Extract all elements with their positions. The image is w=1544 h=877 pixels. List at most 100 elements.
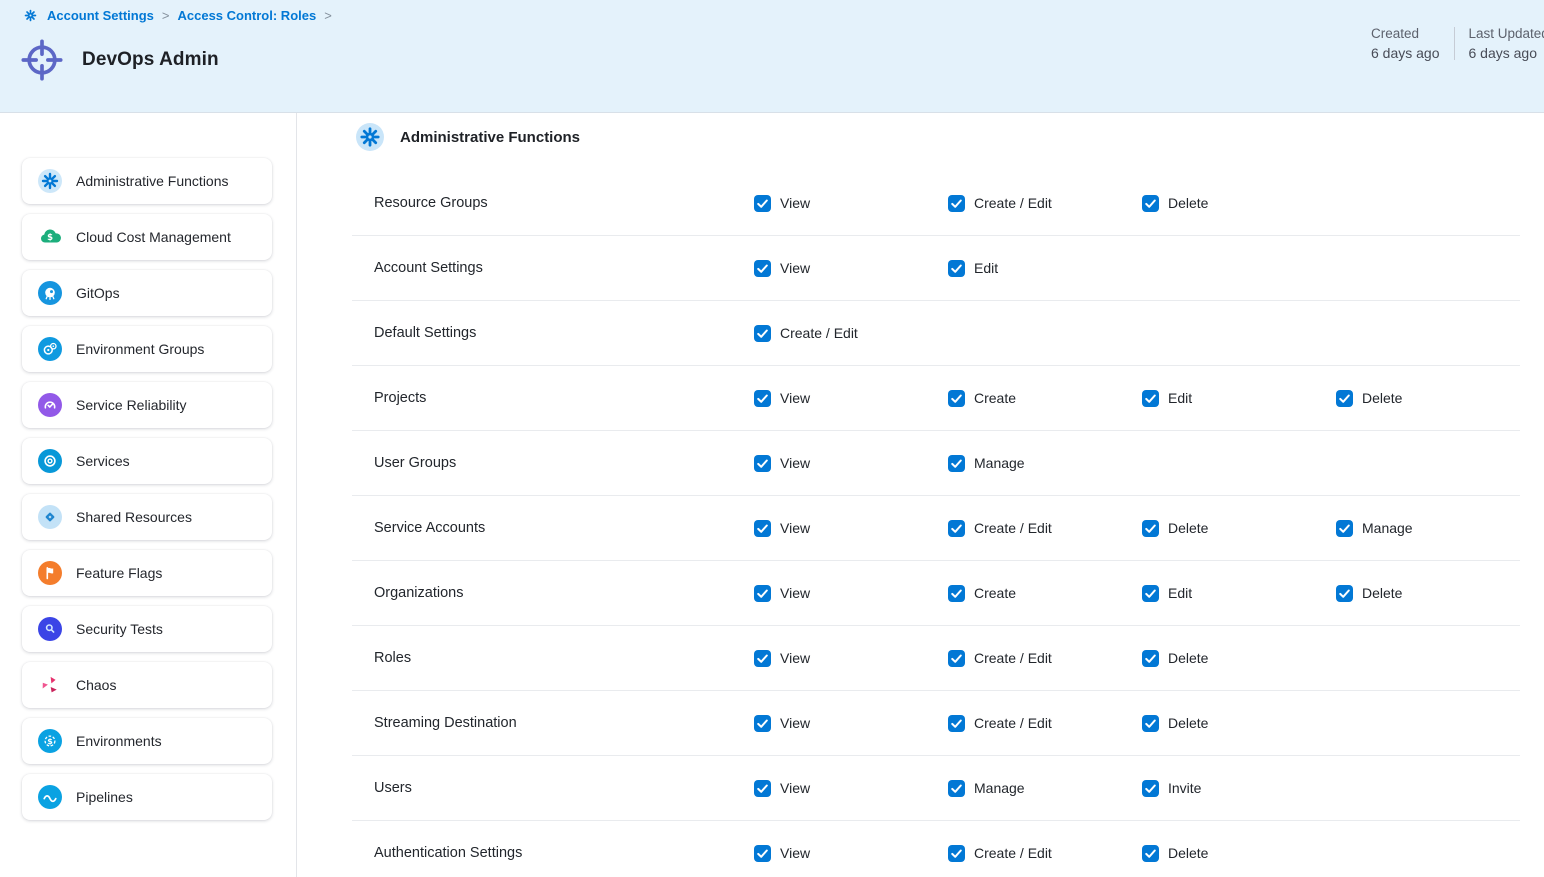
checkbox-checked-icon[interactable] bbox=[1142, 585, 1159, 602]
permission-checkbox-view[interactable]: View bbox=[754, 715, 948, 732]
page-header: Account Settings > Access Control: Roles… bbox=[0, 0, 1544, 113]
permission-checkbox-delete[interactable]: Delete bbox=[1142, 845, 1336, 862]
checkbox-checked-icon[interactable] bbox=[754, 585, 771, 602]
sidebar-item-label: Chaos bbox=[76, 677, 116, 693]
checkbox-checked-icon[interactable] bbox=[754, 845, 771, 862]
sidebar-item-gitops[interactable]: GitOps bbox=[22, 270, 272, 316]
permission-checkbox-manage[interactable]: Manage bbox=[1336, 520, 1520, 537]
permission-checkbox-create-edit[interactable]: Create / Edit bbox=[948, 520, 1142, 537]
sidebar-item-services[interactable]: Services bbox=[22, 438, 272, 484]
permission-checkbox-delete[interactable]: Delete bbox=[1336, 390, 1520, 407]
permission-checkbox-view[interactable]: View bbox=[754, 390, 948, 407]
permission-checkbox-manage[interactable]: Manage bbox=[948, 780, 1142, 797]
checkbox-checked-icon[interactable] bbox=[754, 260, 771, 277]
checkbox-checked-icon[interactable] bbox=[1142, 195, 1159, 212]
checkbox-checked-icon[interactable] bbox=[754, 650, 771, 667]
environment-groups-icon bbox=[38, 337, 62, 361]
sidebar-item-shared-resources[interactable]: Shared Resources bbox=[22, 494, 272, 540]
permission-checkbox-view[interactable]: View bbox=[754, 845, 948, 862]
permission-checkbox-create[interactable]: Create bbox=[948, 585, 1142, 602]
permission-checkbox-create-edit[interactable]: Create / Edit bbox=[754, 325, 948, 342]
checkbox-checked-icon[interactable] bbox=[754, 520, 771, 537]
sidebar-item-security-tests[interactable]: Security Tests bbox=[22, 606, 272, 652]
checkbox-checked-icon[interactable] bbox=[1336, 520, 1353, 537]
checkbox-checked-icon[interactable] bbox=[1142, 650, 1159, 667]
sidebar-item-service-reliability[interactable]: Service Reliability bbox=[22, 382, 272, 428]
breadcrumb-link-account-settings[interactable]: Account Settings bbox=[47, 8, 154, 23]
permission-checkbox-view[interactable]: View bbox=[754, 455, 948, 472]
sidebar-item-administrative-functions[interactable]: Administrative Functions bbox=[22, 158, 272, 204]
permission-checkbox-invite[interactable]: Invite bbox=[1142, 780, 1336, 797]
permission-checkbox-delete[interactable]: Delete bbox=[1142, 520, 1336, 537]
checkbox-checked-icon[interactable] bbox=[1336, 390, 1353, 407]
sidebar-item-environment-groups[interactable]: Environment Groups bbox=[22, 326, 272, 372]
sidebar-item-cloud-cost-management[interactable]: $Cloud Cost Management bbox=[22, 214, 272, 260]
permission-checkbox-view[interactable]: View bbox=[754, 780, 948, 797]
permission-checkbox-view[interactable]: View bbox=[754, 520, 948, 537]
checkbox-checked-icon[interactable] bbox=[754, 195, 771, 212]
section-title: Administrative Functions bbox=[400, 129, 580, 146]
checkbox-checked-icon[interactable] bbox=[948, 845, 965, 862]
section-gear-icon bbox=[356, 123, 384, 151]
permission-checkbox-delete[interactable]: Delete bbox=[1142, 650, 1336, 667]
checkbox-checked-icon[interactable] bbox=[1142, 520, 1159, 537]
service-reliability-icon bbox=[38, 393, 62, 417]
permission-checkbox-create-edit[interactable]: Create / Edit bbox=[948, 845, 1142, 862]
permission-row-roles: Roles View Create / Edit Delete bbox=[352, 626, 1520, 691]
sidebar-item-label: Security Tests bbox=[76, 621, 163, 637]
permission-resource-label: Service Accounts bbox=[374, 520, 754, 536]
permission-checkbox-delete[interactable]: Delete bbox=[1142, 195, 1336, 212]
checkbox-checked-icon[interactable] bbox=[754, 455, 771, 472]
permission-checkbox-delete[interactable]: Delete bbox=[1142, 715, 1336, 732]
cloud-dollar-icon: $ bbox=[38, 225, 62, 249]
permission-resource-label: Resource Groups bbox=[374, 195, 754, 211]
checkbox-checked-icon[interactable] bbox=[948, 585, 965, 602]
permission-label: Manage bbox=[1362, 520, 1413, 536]
role-crosshair-icon bbox=[20, 38, 64, 82]
permission-checkbox-view[interactable]: View bbox=[754, 650, 948, 667]
permission-label: View bbox=[780, 520, 810, 536]
checkbox-checked-icon[interactable] bbox=[754, 715, 771, 732]
permission-row-service-accounts: Service Accounts View Create / Edit Dele… bbox=[352, 496, 1520, 561]
permission-label: Invite bbox=[1168, 780, 1201, 796]
checkbox-checked-icon[interactable] bbox=[948, 390, 965, 407]
checkbox-checked-icon[interactable] bbox=[948, 780, 965, 797]
checkbox-checked-icon[interactable] bbox=[754, 325, 771, 342]
permission-checkbox-create-edit[interactable]: Create / Edit bbox=[948, 715, 1142, 732]
sidebar-item-feature-flags[interactable]: Feature Flags bbox=[22, 550, 272, 596]
checkbox-checked-icon[interactable] bbox=[948, 715, 965, 732]
checkbox-checked-icon[interactable] bbox=[948, 650, 965, 667]
checkbox-checked-icon[interactable] bbox=[948, 195, 965, 212]
checkbox-checked-icon[interactable] bbox=[1142, 715, 1159, 732]
checkbox-checked-icon[interactable] bbox=[948, 455, 965, 472]
sidebar-item-environments[interactable]: $Environments bbox=[22, 718, 272, 764]
created-block: Created 6 days ago bbox=[1371, 26, 1440, 61]
permission-label: View bbox=[780, 195, 810, 211]
checkbox-checked-icon[interactable] bbox=[1336, 585, 1353, 602]
checkbox-checked-icon[interactable] bbox=[948, 520, 965, 537]
permission-checkbox-manage[interactable]: Manage bbox=[948, 455, 1142, 472]
permission-checkbox-view[interactable]: View bbox=[754, 585, 948, 602]
permission-label: Delete bbox=[1362, 390, 1402, 406]
checkbox-checked-icon[interactable] bbox=[754, 780, 771, 797]
breadcrumb-link-access-control-roles[interactable]: Access Control: Roles bbox=[178, 8, 317, 23]
permission-row-account-settings: Account Settings View Edit bbox=[352, 236, 1520, 301]
sidebar-item-chaos[interactable]: Chaos bbox=[22, 662, 272, 708]
permission-checkbox-create-edit[interactable]: Create / Edit bbox=[948, 195, 1142, 212]
checkbox-checked-icon[interactable] bbox=[754, 390, 771, 407]
permission-checkbox-edit[interactable]: Edit bbox=[1142, 390, 1336, 407]
checkbox-checked-icon[interactable] bbox=[948, 260, 965, 277]
permission-checkbox-edit[interactable]: Edit bbox=[1142, 585, 1336, 602]
permission-checkbox-edit[interactable]: Edit bbox=[948, 260, 1142, 277]
permission-row-organizations: Organizations View Create Edit Delete bbox=[352, 561, 1520, 626]
sidebar-item-pipelines[interactable]: Pipelines bbox=[22, 774, 272, 820]
permission-checkbox-view[interactable]: View bbox=[754, 195, 948, 212]
permission-checkbox-delete[interactable]: Delete bbox=[1336, 585, 1520, 602]
permission-checkbox-create-edit[interactable]: Create / Edit bbox=[948, 650, 1142, 667]
permission-label: Create / Edit bbox=[974, 195, 1052, 211]
permission-checkbox-view[interactable]: View bbox=[754, 260, 948, 277]
permission-checkbox-create[interactable]: Create bbox=[948, 390, 1142, 407]
checkbox-checked-icon[interactable] bbox=[1142, 845, 1159, 862]
checkbox-checked-icon[interactable] bbox=[1142, 390, 1159, 407]
checkbox-checked-icon[interactable] bbox=[1142, 780, 1159, 797]
